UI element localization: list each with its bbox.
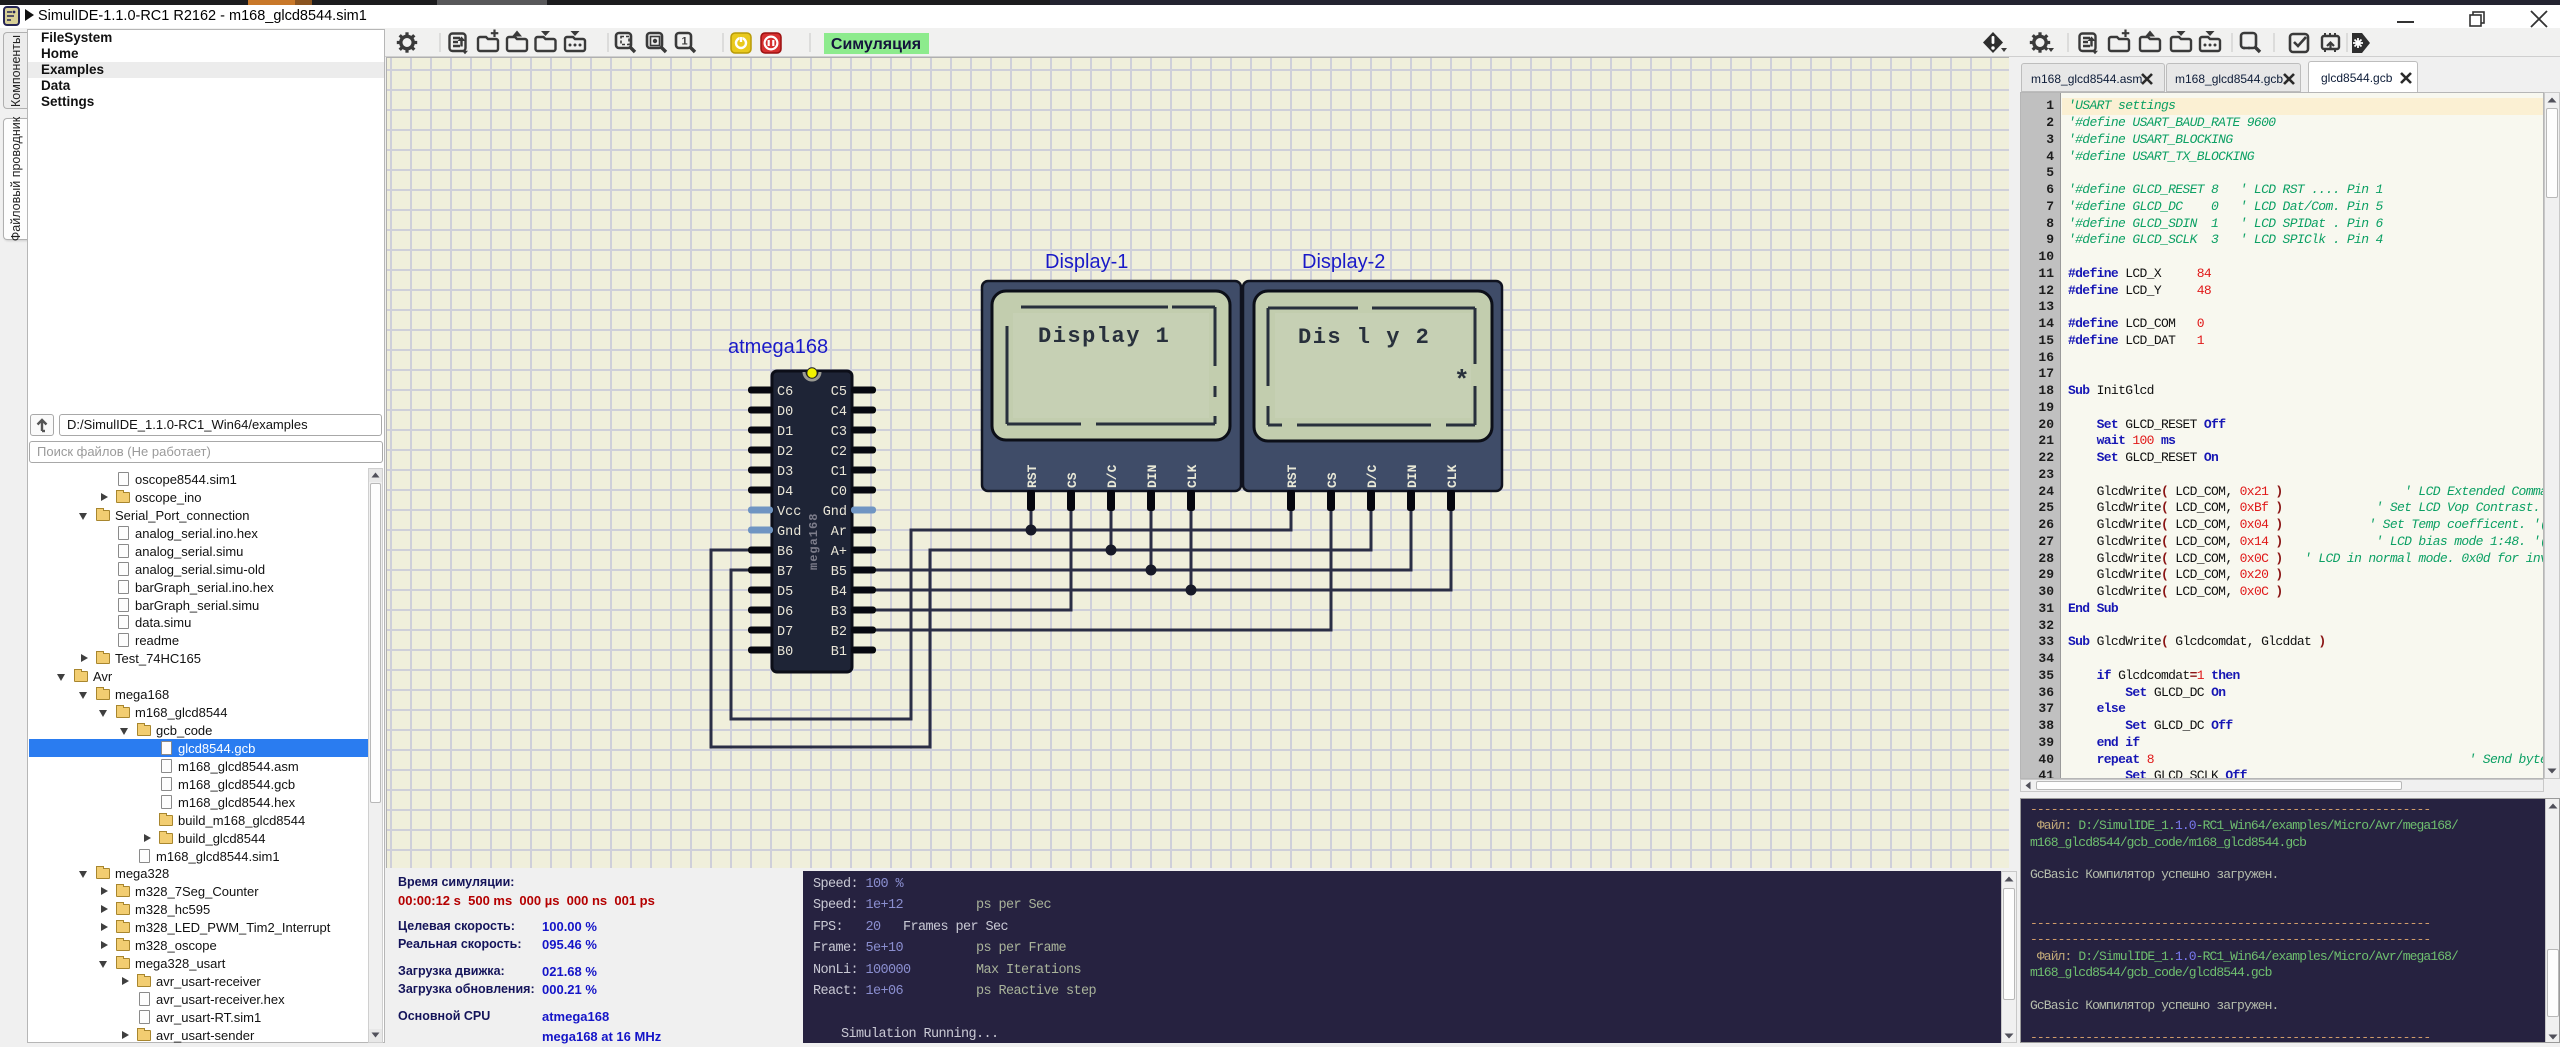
svg-text:D7: D7 [777,625,793,640]
svg-text:C6: C6 [777,385,793,400]
svg-text:DIN: DIN [1145,465,1160,488]
svg-text:D5: D5 [777,585,793,600]
svg-text:B0: B0 [777,645,793,660]
svg-text:DIN: DIN [1405,465,1420,488]
svg-text:Gnd: Gnd [777,525,801,540]
svg-text:CLK: CLK [1185,464,1200,488]
svg-text:B6: B6 [777,545,793,560]
svg-text:C0: C0 [831,485,847,500]
svg-text:Ar: Ar [831,525,847,540]
svg-text:B1: B1 [831,645,847,660]
svg-text:1: 1 [682,36,688,48]
svg-text:B4: B4 [831,585,847,600]
svg-text:Vcc: Vcc [777,505,801,520]
svg-text:D1: D1 [777,425,793,440]
svg-text:C4: C4 [831,405,847,420]
svg-text:CLK: CLK [1445,464,1460,488]
svg-text:A+: A+ [831,545,847,560]
svg-text:*: * [1454,366,1470,396]
svg-text:D/C: D/C [1365,464,1380,488]
svg-text:D/C: D/C [1105,464,1120,488]
svg-text:CS: CS [1065,472,1080,488]
svg-text:D4: D4 [777,485,793,500]
svg-text:D2: D2 [777,445,793,460]
svg-text:C1: C1 [831,465,847,480]
svg-text:B5: B5 [831,565,847,580]
svg-text:RST: RST [1025,464,1040,488]
svg-text:mega168: mega168 [807,513,821,570]
svg-text:Dis l y 2: Dis l y 2 [1298,325,1430,350]
svg-text:CS: CS [1325,472,1340,488]
svg-text:C2: C2 [831,445,847,460]
svg-text:RST: RST [1285,464,1300,488]
svg-text:Gnd: Gnd [823,505,847,520]
svg-text:B7: B7 [777,565,793,580]
svg-text:B3: B3 [831,605,847,620]
svg-text:Display-2: Display-2 [1302,251,1385,273]
svg-text:Симуляция: Симуляция [831,36,921,53]
svg-text:D0: D0 [777,405,793,420]
svg-text:B2: B2 [831,625,847,640]
svg-text:D6: D6 [777,605,793,620]
svg-text:Display 1: Display 1 [1038,324,1170,349]
svg-text:D3: D3 [777,465,793,480]
svg-text:Display-1: Display-1 [1045,251,1128,273]
svg-text:C5: C5 [831,385,847,400]
svg-text:C3: C3 [831,425,847,440]
svg-text:atmega168: atmega168 [728,336,828,358]
